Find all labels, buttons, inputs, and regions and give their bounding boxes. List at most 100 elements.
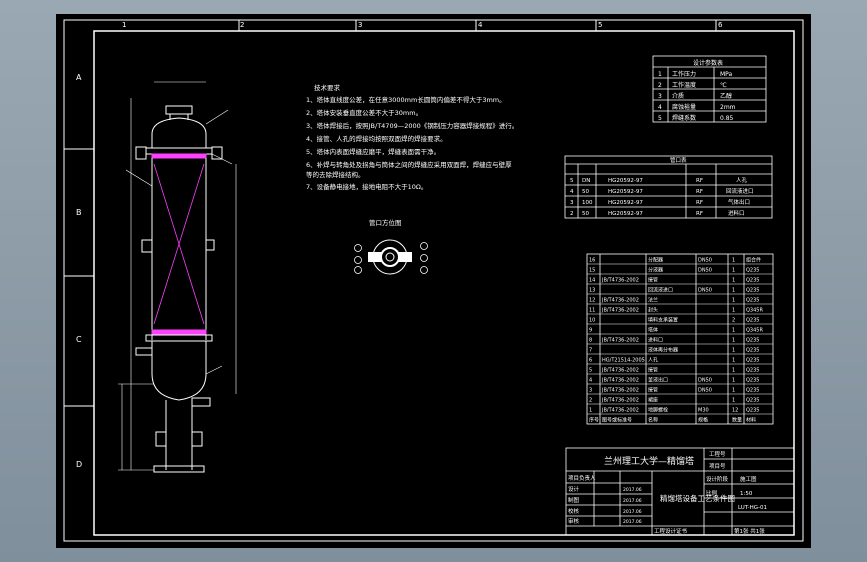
top-gas-outlet-nozzle[interactable] xyxy=(165,105,193,115)
nozzle-marker-2[interactable] xyxy=(354,256,362,264)
nozzle-row-face: RF xyxy=(696,200,703,206)
parts-cell: Q235 xyxy=(746,408,759,414)
parts-header-cell: 名称 xyxy=(648,417,658,424)
cad-drawing[interactable]: 1 2 3 4 5 6 A B C D 技术要求 1、塔体直线度公差，在任意30… xyxy=(56,14,811,548)
top-right-nozzle[interactable] xyxy=(211,146,223,160)
top-head xyxy=(151,117,207,148)
col-label-6: 6 xyxy=(718,21,723,29)
nozzle-marker-5[interactable] xyxy=(420,254,428,262)
tech-item-6b: 等的去除焊接结构。 xyxy=(306,170,365,179)
design-row-label: 腐蚀裕量 xyxy=(672,103,696,111)
nozzle-row-dn: 50 xyxy=(582,189,589,195)
parts-cell: Q235 xyxy=(746,358,759,364)
parts-cell: 封头 xyxy=(648,307,658,314)
parts-cell: 2 xyxy=(732,318,735,324)
parts-cell: 填料支承装置 xyxy=(648,317,678,324)
parts-cell: JB/T4736-2002 xyxy=(601,298,639,304)
title-block-text: 兰州理工大学—精馏塔 工程号 项目号 精馏塔设备工艺条件图 项目负责人 设计 2… xyxy=(568,450,767,535)
nozzle-marker-3[interactable] xyxy=(354,266,362,274)
parts-cell: 1 xyxy=(732,268,735,274)
parts-cell: 1 xyxy=(732,368,735,374)
parts-cell: 接管 xyxy=(648,387,658,394)
nozzle-row-face: RF xyxy=(696,178,703,184)
school-name: 兰州理工大学—精馏塔 xyxy=(604,455,694,467)
parts-cell: 6 xyxy=(589,358,592,364)
parts-cell: 13 xyxy=(589,288,595,294)
parts-cell: 15 xyxy=(589,268,595,274)
sheet-count: 第1张 共1张 xyxy=(734,527,765,535)
design-row-num: 5 xyxy=(658,115,662,122)
feed-right-nozzle[interactable] xyxy=(205,239,215,251)
parts-cell: Q235 xyxy=(746,268,759,274)
nozzle-marker-4[interactable] xyxy=(420,242,428,250)
nozzle-table-text: 管口表 5 DN HG20592-97 RF 人孔 4 50 HG20592-9… xyxy=(570,156,754,217)
nozzle-view-title: 管口方位图 xyxy=(369,218,402,227)
nozzle-marker-1[interactable] xyxy=(354,244,362,252)
parts-header-cell: 数量 xyxy=(732,417,742,424)
parts-cell: 1 xyxy=(732,258,735,264)
gas-inlet-nozzle[interactable] xyxy=(135,347,153,356)
parts-cell: 3 xyxy=(589,388,592,394)
parts-cell: 法兰 xyxy=(648,297,658,304)
parts-cell: 10 xyxy=(589,318,595,324)
tech-item-5: 5、塔体内表面焊缝应磨平，焊缝表面需干净。 xyxy=(306,147,440,156)
nozzle-marker-6[interactable] xyxy=(420,266,428,274)
parts-cell: 2 xyxy=(589,398,592,404)
feed-inlet-nozzle[interactable] xyxy=(141,239,153,253)
design-row-num: 3 xyxy=(658,93,662,100)
parts-cell: 1 xyxy=(732,278,735,284)
nozzle-row-face: RF xyxy=(696,189,703,195)
nozzle-row-dn: 100 xyxy=(582,200,593,206)
parts-cell: DN50 xyxy=(698,288,712,294)
tech-item-7: 7、设备静电接地，接地电阻不大于10Ω。 xyxy=(306,182,427,191)
nozzle-row-std: HG20592-97 xyxy=(608,189,643,195)
parts-cell: 釜液出口 xyxy=(648,377,668,384)
parts-cell: 回流液进口 xyxy=(648,287,673,294)
tb-row-label: 校核 xyxy=(568,507,580,515)
parts-cell: DN50 xyxy=(698,268,712,274)
design-row-label: 工作压力 xyxy=(672,70,696,78)
top-distributor xyxy=(151,153,207,159)
parts-cell: 接管 xyxy=(648,367,658,374)
parts-cell: HG/T21514-2005 xyxy=(602,358,645,364)
parts-cell: Q235 xyxy=(746,338,759,344)
parts-cell: 裙座 xyxy=(648,397,658,404)
parts-cell: Q235 xyxy=(746,278,759,284)
parts-header-cell: 序号 xyxy=(589,417,599,424)
design-row-num: 2 xyxy=(658,82,662,89)
parts-cell: 1 xyxy=(732,398,735,404)
drawing-code: LUT-HG-01 xyxy=(738,505,767,511)
bottom-outlet-nozzle[interactable] xyxy=(191,397,211,407)
row-label-c: C xyxy=(76,335,82,344)
design-row-label: 焊缝系数 xyxy=(672,114,696,122)
skirt-opening[interactable] xyxy=(155,431,167,447)
parts-cell: JB/T4736-2002 xyxy=(601,368,639,374)
nozzle-table[interactable] xyxy=(564,155,773,219)
parts-header-cell: 规格 xyxy=(698,417,708,424)
parts-cell: 1 xyxy=(732,328,735,334)
nozzle-orientation-view[interactable]: 管口方位图 xyxy=(354,218,428,275)
parts-cell: Q235 xyxy=(746,288,759,294)
nozzle-row-use: 回流液进口 xyxy=(726,187,754,195)
parts-cell: DN50 xyxy=(698,378,712,384)
parts-cell: JB/T4736-2002 xyxy=(601,308,639,314)
parts-cell: 1 xyxy=(732,298,735,304)
parts-cell: DN50 xyxy=(698,258,712,264)
parts-cell: 4 xyxy=(589,378,592,384)
drawing-name: 精馏塔设备工艺条件图 xyxy=(660,493,735,503)
parts-list-rows: 16 分配器 DN50 1 组合件15 分液器 DN50 1 Q23514 JB/T4736-20… xyxy=(587,257,773,424)
distillation-tower[interactable] xyxy=(118,81,237,473)
tech-item-6: 6、补焊与转角处及拐角与筒体之间的焊缝应采用双面焊，焊缝应与壁厚 xyxy=(306,160,512,169)
nozzle-row-num: 4 xyxy=(570,189,574,195)
reflux-inlet-nozzle[interactable] xyxy=(135,146,147,160)
nozzle-row-use: 进料口 xyxy=(728,209,745,217)
design-table-title: 设计参数表 xyxy=(693,59,723,67)
design-table-text: 设计参数表 1 工作压力 MPa 2 工作温度 ℃ 3 介质 乙醇 4 腐蚀裕量… xyxy=(658,59,736,122)
cad-viewport[interactable]: 1 2 3 4 5 6 A B C D 技术要求 1、塔体直线度公差，在任意30… xyxy=(56,14,811,548)
design-row-value: ℃ xyxy=(720,82,727,89)
skirt-opening-right[interactable] xyxy=(191,431,203,447)
tb-row-label: 制图 xyxy=(568,496,580,504)
tb-row-label: 审核 xyxy=(568,517,580,525)
base-ring xyxy=(153,465,205,473)
tb-row-label: 项目负责人 xyxy=(568,474,596,482)
